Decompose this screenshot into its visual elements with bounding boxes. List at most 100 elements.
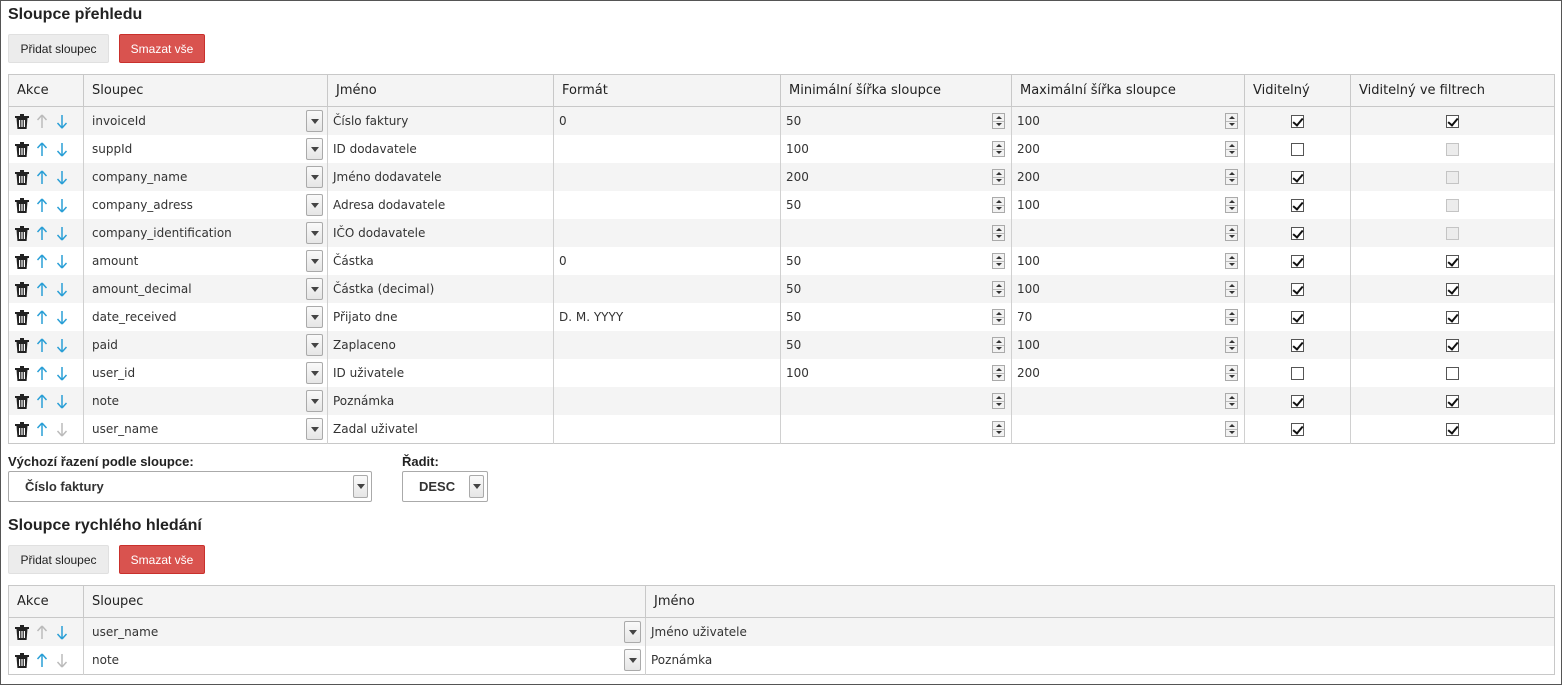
name-input[interactable]: IČO dodavatele	[328, 219, 553, 247]
column-select[interactable]: user_name	[84, 618, 645, 646]
max-width-input[interactable]: 200	[1012, 135, 1244, 163]
arrow-up-icon[interactable]	[35, 253, 49, 269]
column-select[interactable]: paid	[84, 331, 327, 359]
visible-checkbox[interactable]	[1291, 422, 1304, 436]
name-input[interactable]: ID dodavatele	[328, 135, 553, 163]
format-input[interactable]	[554, 275, 780, 303]
arrow-up-icon[interactable]	[35, 169, 49, 185]
column-select[interactable]: invoiceId	[84, 107, 327, 135]
arrow-down-icon[interactable]	[55, 366, 69, 381]
column-select[interactable]: suppId	[84, 135, 327, 163]
max-width-input[interactable]: 200	[1012, 163, 1244, 191]
visible-checkbox[interactable]	[1291, 142, 1304, 156]
max-width-input[interactable]: 200	[1012, 359, 1244, 387]
visible-checkbox[interactable]	[1291, 114, 1304, 128]
visible-checkbox[interactable]	[1291, 394, 1304, 408]
trash-icon[interactable]	[15, 253, 29, 269]
arrow-up-icon[interactable]	[35, 393, 49, 409]
max-width-input[interactable]	[1012, 219, 1244, 247]
visible-in-filters-checkbox[interactable]	[1446, 338, 1459, 352]
arrow-down-icon[interactable]	[55, 282, 69, 297]
visible-in-filters-checkbox[interactable]	[1446, 422, 1459, 436]
spinner-arrows-icon[interactable]	[1225, 113, 1238, 129]
max-width-input[interactable]: 100	[1012, 191, 1244, 219]
spinner-arrows-icon[interactable]	[992, 393, 1005, 409]
trash-icon[interactable]	[15, 652, 29, 668]
arrow-up-icon[interactable]	[35, 225, 49, 241]
format-input[interactable]	[554, 387, 780, 415]
spinner-arrows-icon[interactable]	[1225, 225, 1238, 241]
column-select[interactable]: date_received	[84, 303, 327, 331]
spinner-arrows-icon[interactable]	[1225, 169, 1238, 185]
name-input[interactable]: Adresa dodavatele	[328, 191, 553, 219]
column-select[interactable]: company_name	[84, 163, 327, 191]
name-input[interactable]: ID uživatele	[328, 359, 553, 387]
column-select[interactable]: user_id	[84, 359, 327, 387]
arrow-up-icon[interactable]	[35, 652, 49, 668]
arrow-down-icon[interactable]	[55, 422, 69, 437]
add-column-button[interactable]: Přidat sloupec	[8, 34, 109, 63]
min-width-input[interactable]: 50	[781, 191, 1011, 219]
default-sort-select[interactable]: Číslo faktury	[8, 471, 372, 502]
arrow-down-icon[interactable]	[55, 170, 69, 185]
spinner-arrows-icon[interactable]	[992, 421, 1005, 437]
trash-icon[interactable]	[15, 281, 29, 297]
spinner-arrows-icon[interactable]	[992, 281, 1005, 297]
spinner-arrows-icon[interactable]	[992, 365, 1005, 381]
spinner-arrows-icon[interactable]	[1225, 197, 1238, 213]
column-select[interactable]: amount	[84, 247, 327, 275]
visible-in-filters-checkbox[interactable]	[1446, 394, 1459, 408]
arrow-down-icon[interactable]	[55, 254, 69, 269]
spinner-arrows-icon[interactable]	[992, 141, 1005, 157]
name-input[interactable]: Částka (decimal)	[328, 275, 553, 303]
visible-in-filters-checkbox[interactable]	[1446, 254, 1459, 268]
min-width-input[interactable]: 50	[781, 331, 1011, 359]
max-width-input[interactable]: 70	[1012, 303, 1244, 331]
trash-icon[interactable]	[15, 113, 29, 129]
column-select[interactable]: user_name	[84, 415, 327, 443]
arrow-down-icon[interactable]	[55, 394, 69, 409]
spinner-arrows-icon[interactable]	[1225, 421, 1238, 437]
arrow-down-icon[interactable]	[55, 625, 69, 640]
format-input[interactable]	[554, 415, 780, 443]
arrow-down-icon[interactable]	[55, 310, 69, 325]
spinner-arrows-icon[interactable]	[1225, 281, 1238, 297]
arrow-up-icon[interactable]	[35, 281, 49, 297]
trash-icon[interactable]	[15, 141, 29, 157]
format-input[interactable]: D. M. YYYY	[554, 303, 780, 331]
trash-icon[interactable]	[15, 421, 29, 437]
arrow-down-icon[interactable]	[55, 338, 69, 353]
visible-checkbox[interactable]	[1291, 282, 1304, 296]
min-width-input[interactable]: 50	[781, 275, 1011, 303]
spinner-arrows-icon[interactable]	[992, 197, 1005, 213]
arrow-up-icon[interactable]	[35, 197, 49, 213]
spinner-arrows-icon[interactable]	[1225, 309, 1238, 325]
spinner-arrows-icon[interactable]	[992, 253, 1005, 269]
sort-order-select[interactable]: DESC	[402, 471, 488, 502]
visible-in-filters-checkbox[interactable]	[1446, 282, 1459, 296]
name-input[interactable]: Jméno dodavatele	[328, 163, 553, 191]
max-width-input[interactable]	[1012, 387, 1244, 415]
max-width-input[interactable]	[1012, 415, 1244, 443]
min-width-input[interactable]: 50	[781, 247, 1011, 275]
format-input[interactable]	[554, 359, 780, 387]
spinner-arrows-icon[interactable]	[1225, 393, 1238, 409]
spinner-arrows-icon[interactable]	[1225, 141, 1238, 157]
format-input[interactable]	[554, 331, 780, 359]
arrow-down-icon[interactable]	[55, 653, 69, 668]
trash-icon[interactable]	[15, 169, 29, 185]
min-width-input[interactable]: 50	[781, 303, 1011, 331]
name-input[interactable]: Poznámka	[646, 646, 1554, 674]
name-input[interactable]: Částka	[328, 247, 553, 275]
visible-checkbox[interactable]	[1291, 226, 1304, 240]
format-input[interactable]	[554, 219, 780, 247]
visible-checkbox[interactable]	[1291, 366, 1304, 380]
visible-in-filters-checkbox[interactable]	[1446, 310, 1459, 324]
spinner-arrows-icon[interactable]	[992, 169, 1005, 185]
visible-checkbox[interactable]	[1291, 254, 1304, 268]
name-input[interactable]: Jméno uživatele	[646, 618, 1554, 646]
trash-icon[interactable]	[15, 365, 29, 381]
arrow-down-icon[interactable]	[55, 198, 69, 213]
column-select[interactable]: company_adress	[84, 191, 327, 219]
arrow-up-icon[interactable]	[35, 365, 49, 381]
